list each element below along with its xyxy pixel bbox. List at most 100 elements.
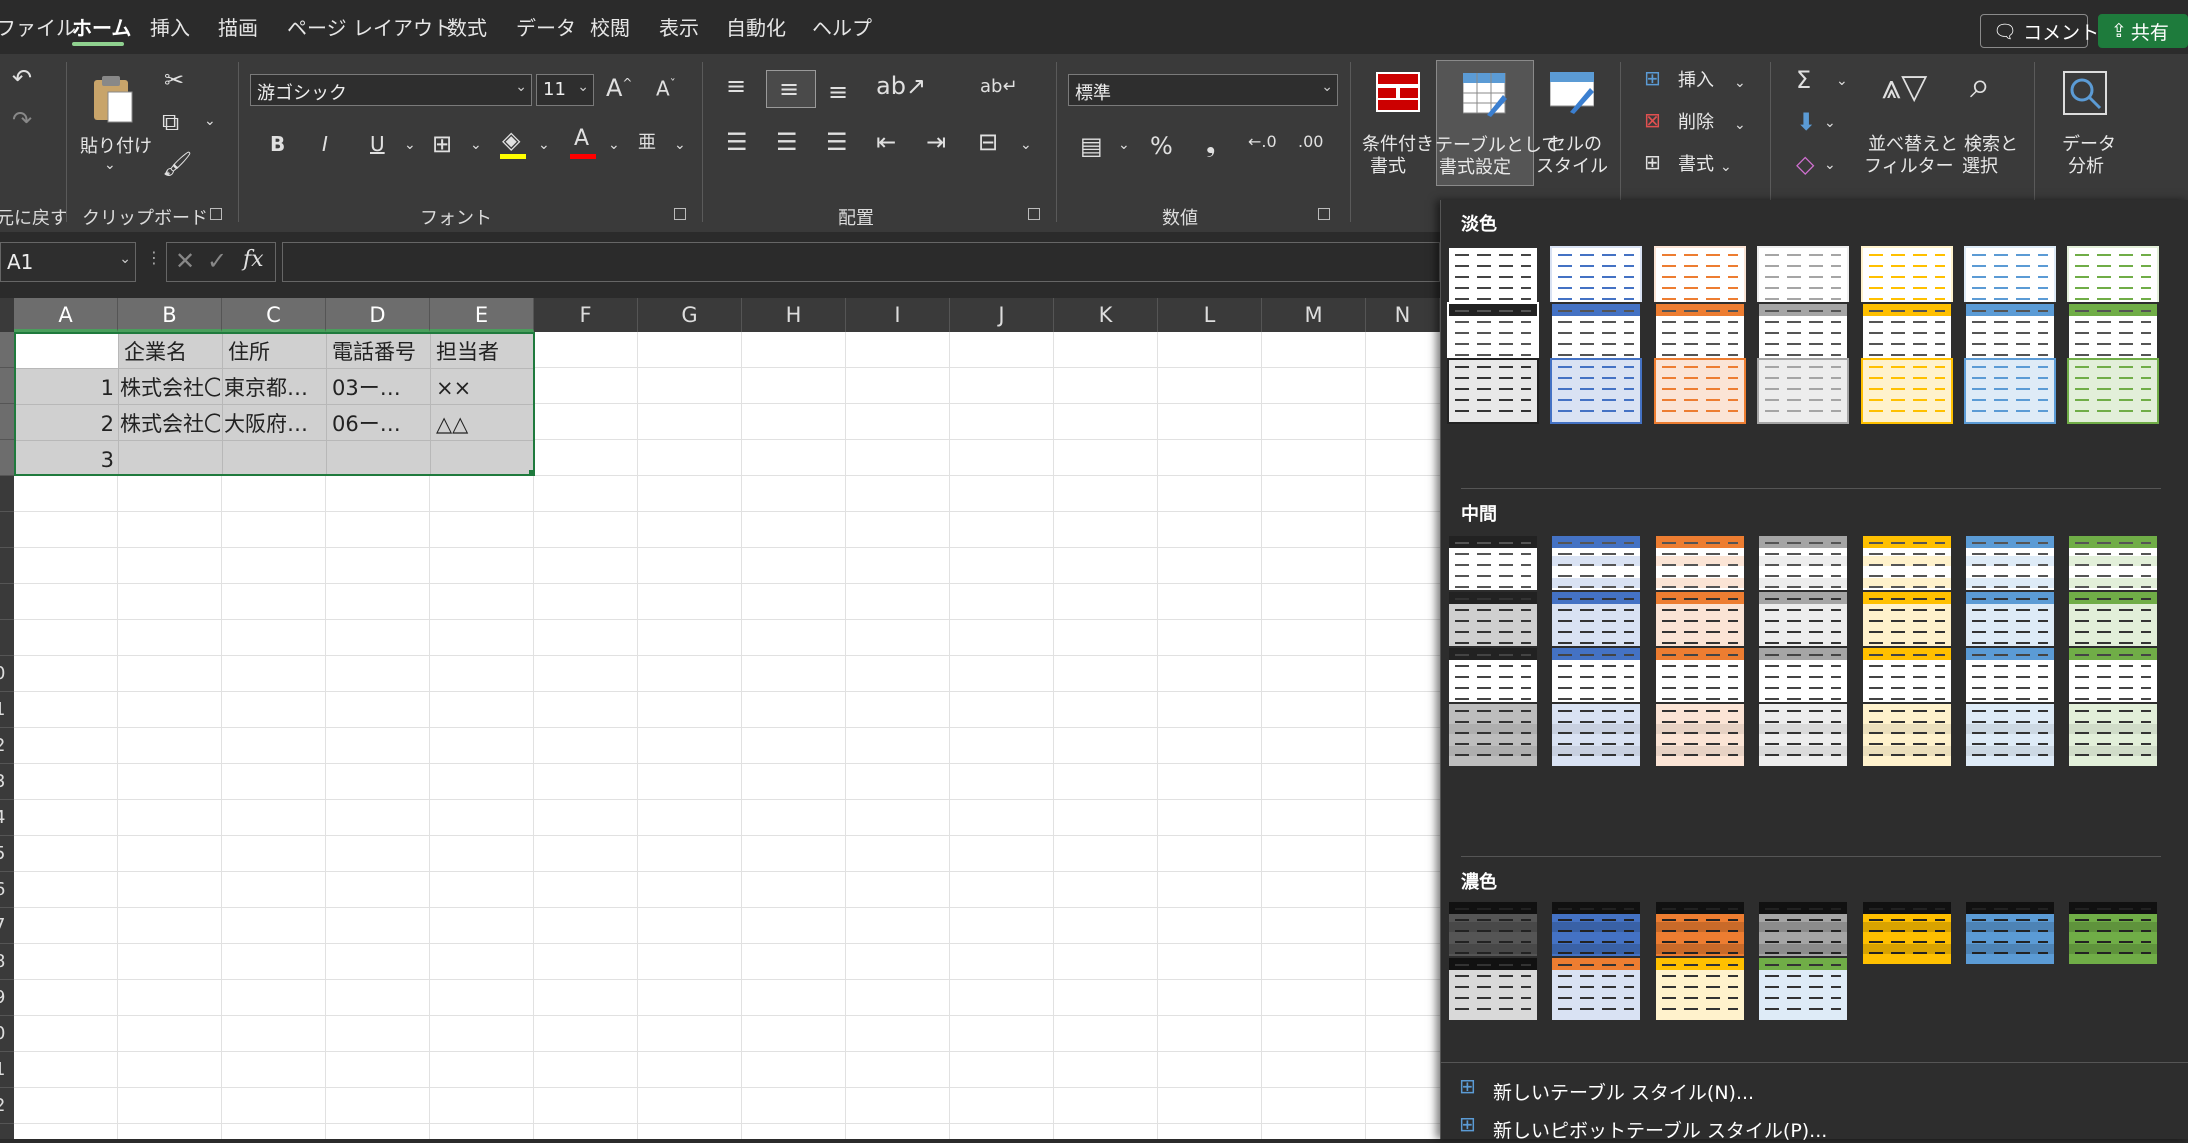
column-header[interactable]: C	[222, 298, 326, 332]
number-format-combo[interactable]: 標準 ⌄	[1068, 74, 1338, 106]
cell-styles-button[interactable]: セルの スタイル	[1536, 58, 1608, 188]
column-header[interactable]: M	[1262, 298, 1366, 332]
cell-E2[interactable]: ××	[436, 370, 532, 406]
column-header[interactable]: D	[326, 298, 430, 332]
chevron-down-icon[interactable]: ⌄	[470, 138, 482, 152]
cell-D1[interactable]: 電話番号	[332, 334, 428, 370]
table-style-medium[interactable]	[1963, 702, 2056, 768]
column-header[interactable]: K	[1054, 298, 1158, 332]
cell-B2[interactable]: 株式会社〇	[120, 370, 220, 406]
cell-B3[interactable]: 株式会社〇	[120, 406, 220, 442]
comma-icon[interactable]: ❟	[1206, 132, 1215, 156]
table-style-dark[interactable]	[1860, 900, 1953, 966]
orientation-icon[interactable]: ab↗	[876, 74, 926, 98]
fill-icon[interactable]: ⬇	[1796, 110, 1816, 134]
increase-font-icon[interactable]: A^	[606, 76, 632, 100]
conditional-formatting-button[interactable]: 条件付き 書式	[1362, 58, 1434, 188]
table-style-dark[interactable]	[1447, 956, 1539, 1022]
column-header[interactable]: I	[846, 298, 950, 332]
align-bottom-icon[interactable]: ≡	[828, 80, 848, 104]
chevron-down-icon[interactable]: ⌄	[1020, 138, 1032, 152]
table-style-medium[interactable]	[2067, 702, 2160, 768]
chevron-down-icon[interactable]: ⌄	[104, 158, 116, 172]
font-launcher-icon[interactable]	[674, 208, 686, 220]
row-header[interactable]	[0, 620, 14, 656]
tab-view[interactable]: 表示	[659, 12, 699, 41]
column-header[interactable]: B	[118, 298, 222, 332]
formula-input[interactable]	[282, 242, 1440, 282]
table-style-light[interactable]	[1757, 358, 1850, 424]
table-style-medium[interactable]	[1757, 702, 1850, 768]
column-header[interactable]: A	[14, 298, 118, 332]
row-header[interactable]	[0, 548, 14, 584]
bold-icon[interactable]: B	[270, 134, 285, 154]
chevron-down-icon[interactable]: ⌄	[608, 138, 620, 152]
decrease-font-icon[interactable]: Aˇ	[656, 78, 676, 99]
selected-range[interactable]: 企業名 住所 電話番号 担当者 1 株式会社〇 東京都… 03ー… ×× 2 株…	[14, 332, 535, 476]
tab-formulas[interactable]: 数式	[447, 12, 487, 41]
row-header[interactable]: 0	[0, 1016, 14, 1052]
font-size-combo[interactable]: 11 ⌄	[536, 74, 594, 106]
chevron-down-icon[interactable]: ⌄	[204, 114, 216, 128]
active-cell[interactable]	[16, 334, 118, 368]
clear-icon[interactable]: ◇	[1796, 152, 1814, 176]
align-middle-button[interactable]: ≡	[766, 70, 816, 108]
cell-A3[interactable]: 2	[16, 406, 114, 442]
table-style-dark[interactable]	[1653, 956, 1746, 1022]
fill-color-button[interactable]: ◈	[500, 128, 526, 160]
chevron-down-icon[interactable]: ⌄	[538, 138, 550, 152]
chevron-down-icon[interactable]: ⌄	[1734, 118, 1746, 132]
wrap-text-icon[interactable]: ab↵	[980, 78, 1018, 96]
merge-center-icon[interactable]: ⊟	[978, 130, 998, 154]
row-header[interactable]	[0, 476, 14, 512]
row-header[interactable]: 2	[0, 728, 14, 764]
table-style-light[interactable]	[2067, 358, 2160, 424]
cell-C2[interactable]: 東京都…	[224, 370, 324, 406]
align-top-icon[interactable]: ≡	[726, 74, 746, 98]
clipboard-launcher-icon[interactable]	[210, 208, 222, 220]
redo-icon[interactable]: ↷	[12, 108, 32, 132]
row-header[interactable]: 7	[0, 908, 14, 944]
copy-icon[interactable]: ⧉	[162, 110, 179, 134]
column-header[interactable]: J	[950, 298, 1054, 332]
more-icon[interactable]: ⋮	[146, 250, 162, 266]
tab-file[interactable]: ファイル	[0, 12, 76, 41]
row-header[interactable]: 8	[0, 944, 14, 980]
chevron-down-icon[interactable]: ⌄	[674, 138, 686, 152]
insert-function-icon[interactable]: fx	[243, 249, 264, 271]
share-button[interactable]: ⇪ 共有	[2098, 14, 2188, 48]
chevron-down-icon[interactable]: ⌄	[1824, 158, 1836, 172]
row-header[interactable]: 1	[0, 692, 14, 728]
number-launcher-icon[interactable]	[1318, 208, 1330, 220]
cell-A4[interactable]: 3	[16, 442, 114, 478]
cell-D2[interactable]: 03ー…	[332, 370, 428, 406]
row-header[interactable]	[0, 512, 14, 548]
format-cells-button[interactable]: ⊞ 書式	[1644, 152, 1754, 182]
column-header[interactable]: E	[430, 298, 534, 332]
row-header[interactable]: 2	[0, 1088, 14, 1124]
cut-icon[interactable]: ✂	[164, 68, 184, 92]
autosum-icon[interactable]: Σ	[1796, 68, 1811, 92]
table-style-dark[interactable]	[1757, 956, 1850, 1022]
percent-icon[interactable]: %	[1150, 134, 1173, 158]
row-header[interactable]: 5	[0, 836, 14, 872]
cell-C1[interactable]: 住所	[228, 334, 324, 370]
tab-draw[interactable]: 描画	[218, 12, 258, 41]
italic-icon[interactable]: I	[322, 134, 328, 154]
tab-review[interactable]: 校閲	[590, 12, 630, 41]
cell-C3[interactable]: 大阪府…	[224, 406, 324, 442]
row-header[interactable]: 9	[0, 980, 14, 1016]
table-style-light[interactable]	[1963, 358, 2056, 424]
font-color-button[interactable]: A	[570, 128, 596, 160]
table-style-dark[interactable]	[1963, 900, 2056, 966]
align-center-icon[interactable]: ☰	[776, 130, 798, 154]
row-header[interactable]	[0, 584, 14, 620]
decrease-indent-icon[interactable]: ⇤	[876, 130, 896, 154]
undo-icon[interactable]: ↶	[12, 66, 32, 90]
sort-filter-button[interactable]: ⩓▽ 並べ替えと フィルター	[1862, 64, 1958, 188]
find-select-button[interactable]: ⌕ 検索と 選択	[1950, 64, 2026, 188]
column-header[interactable]: N	[1366, 298, 1440, 332]
phonetic-icon[interactable]: 亜	[638, 134, 656, 152]
border-icon[interactable]: ⊞	[432, 132, 452, 156]
row-header[interactable]	[0, 332, 14, 368]
